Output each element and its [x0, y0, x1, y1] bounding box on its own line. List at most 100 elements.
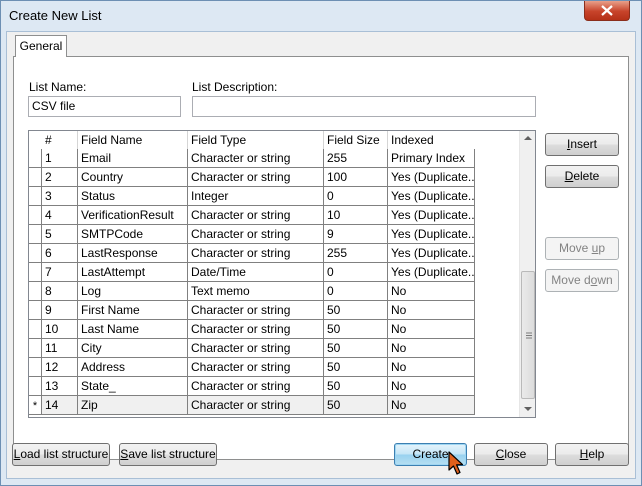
cell-field-type[interactable]: Character or string: [188, 301, 324, 320]
cell-field-name[interactable]: First Name: [78, 301, 188, 320]
row-indicator[interactable]: [29, 358, 42, 377]
table-row[interactable]: 4 VerificationResult Character or string 10…: [29, 206, 475, 225]
column-header-field-type[interactable]: Field Type: [188, 131, 324, 149]
new-row-icon[interactable]: *: [29, 396, 42, 415]
cell-num[interactable]: 14: [42, 396, 78, 415]
cell-num[interactable]: 8: [42, 282, 78, 301]
cell-field-type[interactable]: Character or string: [188, 358, 324, 377]
cell-field-type[interactable]: Text memo: [188, 282, 324, 301]
cell-indexed[interactable]: Yes (Duplicate...: [388, 225, 475, 244]
cell-field-name[interactable]: City: [78, 339, 188, 358]
cell-field-name[interactable]: SMTPCode: [78, 225, 188, 244]
scrollbar-thumb[interactable]: [521, 271, 535, 399]
table-row[interactable]: 5 SMTPCode Character or string 9 Yes (Duplic…: [29, 225, 475, 244]
cell-num[interactable]: 13: [42, 377, 78, 396]
table-row[interactable]: 3 Status Integer 0 Yes (Duplicate...: [29, 187, 475, 206]
move-up-button[interactable]: Move up: [545, 237, 619, 260]
cell-field-size[interactable]: 50: [324, 358, 388, 377]
close-window-button[interactable]: [584, 1, 630, 21]
column-header-field-size[interactable]: Field Size: [324, 131, 388, 149]
cell-field-type[interactable]: Character or string: [188, 396, 324, 415]
cell-field-name[interactable]: LastResponse: [78, 244, 188, 263]
cell-indexed[interactable]: Yes (Duplicate...: [388, 263, 475, 282]
cell-field-name[interactable]: State_: [78, 377, 188, 396]
cell-field-type[interactable]: Character or string: [188, 339, 324, 358]
cell-indexed[interactable]: Primary Index: [388, 149, 475, 168]
row-indicator[interactable]: [29, 225, 42, 244]
column-header-field-name[interactable]: Field Name: [78, 131, 188, 149]
cell-field-name[interactable]: Status: [78, 187, 188, 206]
cell-field-type[interactable]: Character or string: [188, 206, 324, 225]
scroll-up-icon[interactable]: [524, 136, 532, 140]
table-row[interactable]: * 14 Zip Character or string 50 No: [29, 396, 475, 415]
table-row[interactable]: 11 City Character or string 50 No: [29, 339, 475, 358]
cell-field-size[interactable]: 9: [324, 225, 388, 244]
cell-num[interactable]: 7: [42, 263, 78, 282]
list-name-input[interactable]: CSV file: [28, 96, 181, 117]
cell-field-size[interactable]: 0: [324, 187, 388, 206]
cell-field-size[interactable]: 0: [324, 263, 388, 282]
cell-indexed[interactable]: No: [388, 301, 475, 320]
cell-field-size[interactable]: 50: [324, 301, 388, 320]
table-row[interactable]: 7 LastAttempt Date/Time 0 Yes (Duplicate...: [29, 263, 475, 282]
row-indicator[interactable]: [29, 320, 42, 339]
move-down-button[interactable]: Move down: [545, 269, 619, 292]
cell-num[interactable]: 6: [42, 244, 78, 263]
row-indicator[interactable]: [29, 244, 42, 263]
cell-indexed[interactable]: Yes (Duplicate...: [388, 187, 475, 206]
cell-field-size[interactable]: 10: [324, 206, 388, 225]
row-indicator[interactable]: [29, 149, 42, 168]
table-row[interactable]: 2 Country Character or string 100 Yes (Dupli…: [29, 168, 475, 187]
cell-field-name[interactable]: Zip: [78, 396, 188, 415]
scroll-down-icon[interactable]: [524, 407, 532, 411]
cell-num[interactable]: 5: [42, 225, 78, 244]
cell-num[interactable]: 4: [42, 206, 78, 225]
cell-indexed[interactable]: No: [388, 377, 475, 396]
cell-indexed[interactable]: No: [388, 339, 475, 358]
cell-field-type[interactable]: Character or string: [188, 244, 324, 263]
row-indicator[interactable]: [29, 206, 42, 225]
cell-field-size[interactable]: 50: [324, 396, 388, 415]
load-list-structure-button[interactable]: Load list structure: [12, 443, 110, 466]
help-button[interactable]: Help: [555, 443, 629, 466]
tab-general[interactable]: General: [15, 35, 67, 57]
cell-field-name[interactable]: Log: [78, 282, 188, 301]
row-indicator[interactable]: [29, 377, 42, 396]
cell-field-size[interactable]: 255: [324, 149, 388, 168]
row-indicator[interactable]: [29, 187, 42, 206]
list-description-input[interactable]: [192, 96, 536, 117]
save-list-structure-button[interactable]: Save list structure: [119, 443, 217, 466]
cell-indexed[interactable]: Yes (Duplicate...: [388, 206, 475, 225]
cell-field-name[interactable]: LastAttempt: [78, 263, 188, 282]
insert-button[interactable]: Insert: [545, 133, 619, 156]
cell-field-name[interactable]: VerificationResult: [78, 206, 188, 225]
table-row[interactable]: 13 State_ Character or string 50 No: [29, 377, 475, 396]
cell-indexed[interactable]: No: [388, 396, 475, 415]
table-row[interactable]: 10 Last Name Character or string 50 No: [29, 320, 475, 339]
cell-indexed[interactable]: No: [388, 282, 475, 301]
cell-indexed[interactable]: No: [388, 320, 475, 339]
row-indicator[interactable]: [29, 168, 42, 187]
fields-grid[interactable]: # Field Name Field Type Field Size Index…: [28, 130, 536, 418]
cell-num[interactable]: 12: [42, 358, 78, 377]
table-row[interactable]: 8 Log Text memo 0 No: [29, 282, 475, 301]
row-indicator[interactable]: [29, 263, 42, 282]
title-bar[interactable]: Create New List: [1, 1, 641, 31]
column-header-indexed[interactable]: Indexed: [388, 131, 475, 149]
cell-field-type[interactable]: Character or string: [188, 377, 324, 396]
cell-num[interactable]: 10: [42, 320, 78, 339]
cell-num[interactable]: 2: [42, 168, 78, 187]
cell-field-type[interactable]: Character or string: [188, 168, 324, 187]
cell-field-type[interactable]: Date/Time: [188, 263, 324, 282]
delete-button[interactable]: Delete: [545, 165, 619, 188]
table-row[interactable]: 1 Email Character or string 255 Primary Inde…: [29, 149, 475, 168]
cell-field-size[interactable]: 0: [324, 282, 388, 301]
row-indicator[interactable]: [29, 339, 42, 358]
cell-field-name[interactable]: Country: [78, 168, 188, 187]
cell-num[interactable]: 11: [42, 339, 78, 358]
cell-field-type[interactable]: Character or string: [188, 225, 324, 244]
cell-num[interactable]: 3: [42, 187, 78, 206]
cell-field-name[interactable]: Address: [78, 358, 188, 377]
close-button[interactable]: Close: [474, 443, 548, 466]
cell-field-size[interactable]: 255: [324, 244, 388, 263]
